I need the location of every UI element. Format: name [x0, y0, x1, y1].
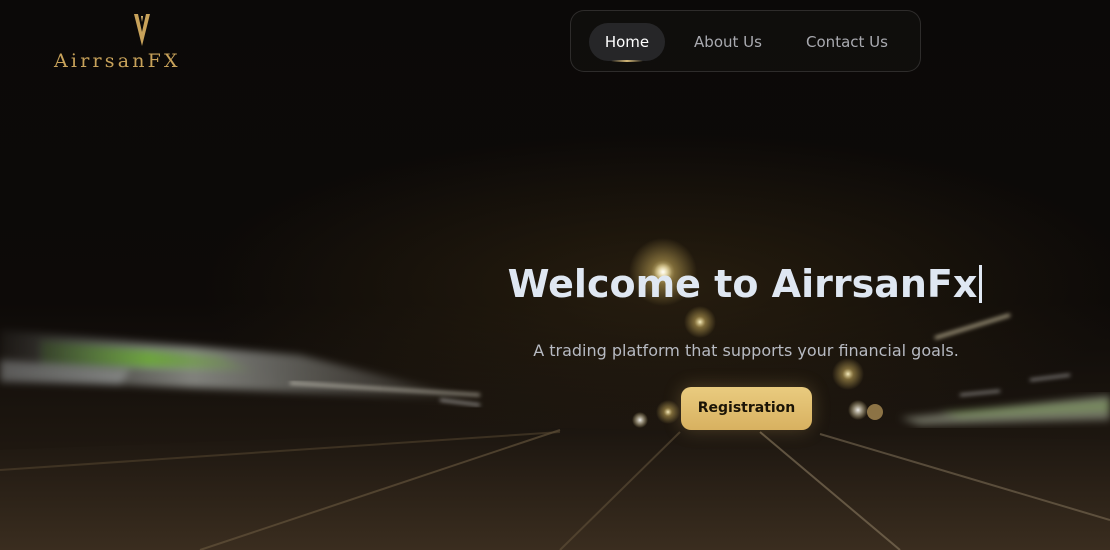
- main-nav: Home About Us Contact Us: [570, 10, 921, 72]
- nav-item-contact-us[interactable]: Contact Us: [793, 23, 901, 61]
- nav-item-home[interactable]: Home: [589, 23, 665, 62]
- hero-title-text: Welcome to AirrsanFx: [507, 262, 978, 306]
- hero-title: Welcome to AirrsanFx: [500, 262, 990, 306]
- text-cursor-icon: [979, 265, 983, 303]
- registration-button[interactable]: Registration: [681, 387, 812, 430]
- hero-subtitle: A trading platform that supports your fi…: [533, 341, 959, 360]
- v-emblem-icon: [134, 14, 150, 46]
- nav-item-about-us[interactable]: About Us: [681, 23, 775, 61]
- landing-page: AirrsanFX Home About Us Contact Us Welco…: [0, 0, 1110, 550]
- brand-logo[interactable]: AirrsanFX: [52, 12, 232, 74]
- brand-name: AirrsanFX: [54, 50, 181, 72]
